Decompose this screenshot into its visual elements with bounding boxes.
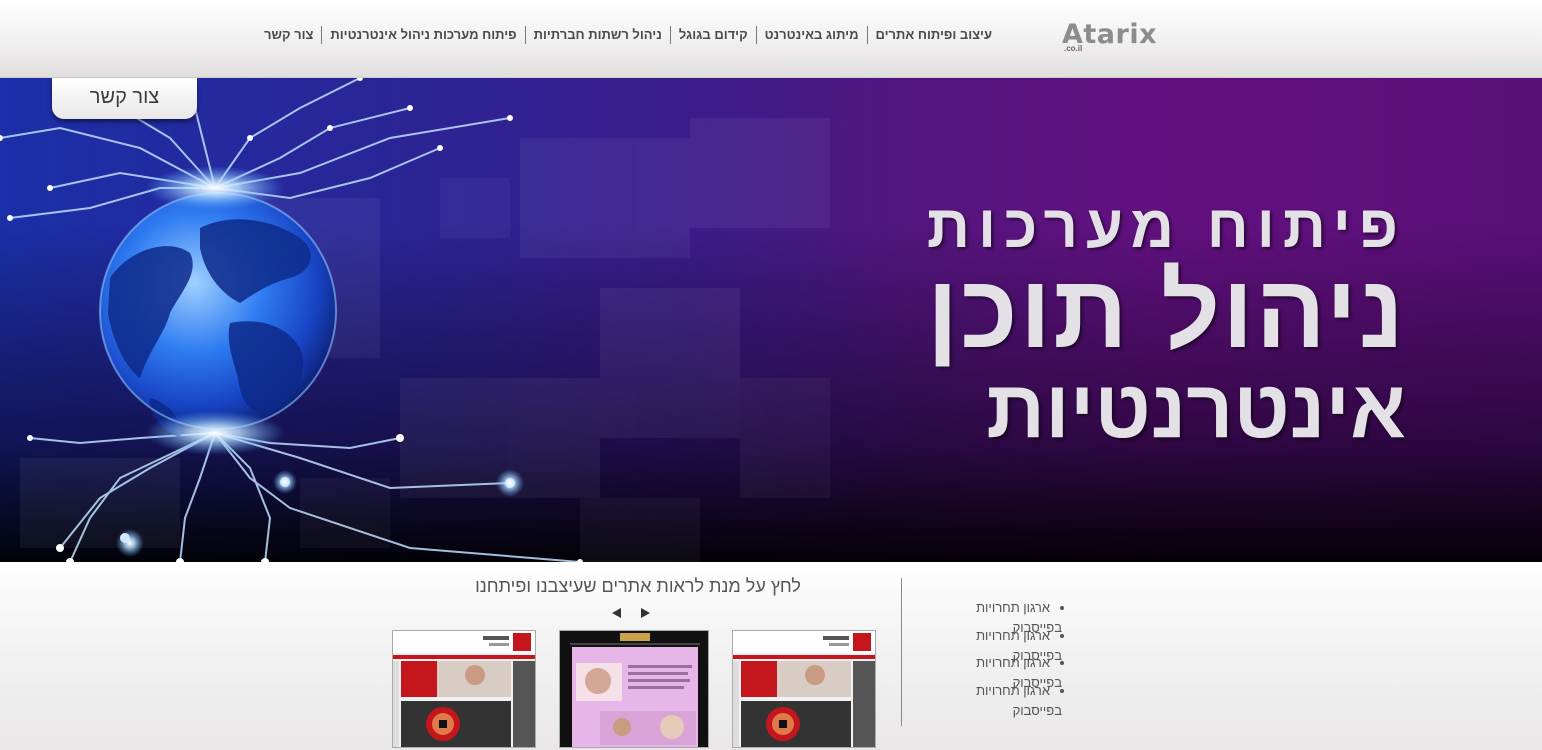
nav-social-networks[interactable]: ניהול רשתות חברתיות <box>526 25 670 45</box>
nav-branding[interactable]: מיתוג באינטרנט <box>757 25 867 45</box>
headline-line-1: פיתוח מערכות <box>926 193 1406 260</box>
nav-divider <box>321 26 323 44</box>
main-nav: עיצוב ופיתוח אתרים מיתוג באינטרנט קידום … <box>256 24 1000 46</box>
list-item[interactable]: ארגון תחרויות בפייסבוק <box>930 681 1080 718</box>
nav-divider <box>669 26 671 44</box>
logo-domain: .co.il <box>1064 44 1083 53</box>
hero-banner: פיתוח מערכות ניהול תוכן אינטרנטיות <box>0 78 1542 562</box>
left-arrow-icon[interactable] <box>610 606 624 620</box>
contact-tab-button[interactable]: צור קשר <box>52 78 197 119</box>
bullet-icon <box>1060 606 1064 610</box>
portfolio-title: לחץ על מנת לראות אתרים שעיצבנו ופיתחנו <box>475 576 801 596</box>
headline-line-3: אינטרנטיות <box>986 364 1406 455</box>
nav-divider <box>755 26 757 44</box>
nav-divider <box>866 26 868 44</box>
portfolio-thumbnail[interactable] <box>392 630 536 748</box>
portfolio-thumbnail[interactable] <box>559 630 709 748</box>
portfolio-thumbnail[interactable] <box>732 630 876 748</box>
website-screenshot-image <box>560 631 708 747</box>
atarix-logo[interactable]: Atarix .co.il <box>1062 20 1187 56</box>
bullet-icon <box>1060 633 1064 638</box>
services-list: ארגון תחרויות בפייסבוק ארגון תחרויות בפי… <box>930 598 1080 718</box>
nav-contact[interactable]: צור קשר <box>256 25 321 45</box>
right-arrow-icon[interactable] <box>638 606 652 620</box>
nav-divider <box>524 26 526 44</box>
bullet-icon <box>1060 661 1064 665</box>
nav-cms-development[interactable]: פיתוח מערכות ניהול אינטרנטיות <box>322 25 524 45</box>
site-header: Atarix .co.il עיצוב ופיתוח אתרים מיתוג ב… <box>0 0 1542 78</box>
website-screenshot-image <box>393 631 535 747</box>
bullet-icon <box>1060 688 1064 693</box>
section-divider <box>901 578 902 726</box>
list-item[interactable]: ארגון תחרויות בפייסבוק <box>930 598 1080 635</box>
nav-google-promotion[interactable]: קידום בגוגל <box>671 25 756 45</box>
list-item[interactable]: ארגון תחרויות בפייסבוק <box>930 653 1080 690</box>
list-item[interactable]: ארגון תחרויות בפייסבוק <box>930 626 1080 663</box>
nav-web-design[interactable]: עיצוב ופיתוח אתרים <box>868 25 1000 45</box>
service-label: ארגון תחרויות בפייסבוק <box>976 682 1062 718</box>
headline-line-2: ניהול תוכן <box>926 254 1406 370</box>
hero-headline: פיתוח מערכות ניהול תוכן אינטרנטיות <box>886 190 1406 456</box>
website-screenshot-image <box>733 631 875 747</box>
bottom-section: ארגון תחרויות בפייסבוק ארגון תחרויות בפי… <box>0 562 1542 750</box>
